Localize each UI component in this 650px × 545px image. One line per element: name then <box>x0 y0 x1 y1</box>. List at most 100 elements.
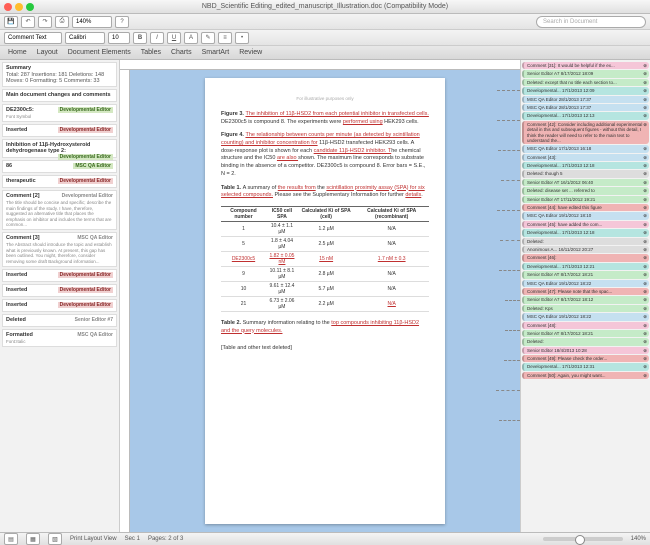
change-item[interactable]: InsertedDevelopmental Editor <box>2 299 117 312</box>
change-item[interactable]: InsertedDevelopmental Editor <box>2 284 117 297</box>
tab-smartart[interactable]: SmartArt <box>202 49 230 56</box>
change-item[interactable]: Comment [2]Developmental EditorThe title… <box>2 190 117 230</box>
font-select[interactable]: Calibri <box>65 32 105 44</box>
tab-home[interactable]: Home <box>8 49 27 56</box>
comment-balloon[interactable]: Comment [44]: have edited this figure⊗ <box>522 204 649 211</box>
search-input[interactable]: Search in Document <box>536 16 646 28</box>
tab-tables[interactable]: Tables <box>141 49 161 56</box>
comment-balloon[interactable]: Deleted: except that no title each secti… <box>522 79 649 86</box>
zoom-slider[interactable] <box>543 537 623 541</box>
zoom-value: 140% <box>631 536 646 542</box>
zoom-select[interactable]: 140% <box>72 16 112 28</box>
undo-icon[interactable]: ↶ <box>21 16 35 28</box>
comment-balloon[interactable]: MSC QA Editor 28/1/2013 17:37⊗ <box>522 104 649 111</box>
close-icon: ⊗ <box>643 88 647 93</box>
comment-balloon[interactable]: Developmental... 17/1/2013 12:21⊗ <box>522 263 649 270</box>
table-2-caption: Table 2. Summary information relating to… <box>221 320 429 335</box>
comment-balloon[interactable]: Developmental... 17/1/2013 12:09⊗ <box>522 87 649 94</box>
change-item[interactable]: FormattedMSC QA EditorFont:Italic <box>2 329 117 347</box>
comment-balloon[interactable]: Developmental... 17/1/2013 12:13⊗ <box>522 112 649 119</box>
comment-balloon[interactable]: MSC QA Editor 19/1/2012 18:10⊗ <box>522 212 649 219</box>
print-icon[interactable]: ⎙ <box>55 16 69 28</box>
comment-balloon[interactable]: Deleted: though 5⊗ <box>522 170 649 177</box>
view-outline-icon[interactable]: ▧ <box>48 533 62 545</box>
ribbon-tabs: Home Layout Document Elements Tables Cha… <box>0 46 650 60</box>
comment-balloon[interactable]: Deleted: ⊗ <box>522 238 649 245</box>
close-icon: ⊗ <box>643 247 647 252</box>
table-1-caption: Table 1. A summary of the results from t… <box>221 185 429 200</box>
bold-button[interactable]: B <box>133 32 147 44</box>
close-icon: ⊗ <box>643 255 647 260</box>
vertical-ruler[interactable] <box>120 70 130 532</box>
underline-button[interactable]: U <box>167 32 181 44</box>
close-icon: ⊗ <box>643 289 647 294</box>
comment-balloon[interactable]: Comment [31]: It would be helpful if the… <box>522 62 649 69</box>
bullets-button[interactable]: • <box>235 32 249 44</box>
document-page[interactable]: For illustrative purposes only Figure 3.… <box>205 78 445 524</box>
change-item[interactable]: DE2300c5:Developmental EditorFont Symbol <box>2 104 117 122</box>
change-item[interactable]: 86MSC QA Editor <box>2 160 117 173</box>
tab-charts[interactable]: Charts <box>171 49 192 56</box>
comment-balloon[interactable]: Senior Editor AT 8/17/2012 18:21⊗ <box>522 271 649 278</box>
italic-button[interactable]: I <box>150 32 164 44</box>
close-icon: ⊗ <box>643 171 647 176</box>
comment-balloon[interactable]: Developmental... 17/1/2013 12:18⊗ <box>522 162 649 169</box>
change-item[interactable]: Comment [3]MSC QA EditorThe Abstract sho… <box>2 232 117 267</box>
horizontal-ruler[interactable] <box>120 60 520 70</box>
comment-balloon[interactable]: Comment [46]:⊗ <box>522 254 649 261</box>
tab-review[interactable]: Review <box>239 49 262 56</box>
close-icon: ⊗ <box>643 113 647 118</box>
comment-balloon[interactable]: Comment [48]:⊗ <box>522 322 649 329</box>
style-select[interactable]: Comment Text <box>4 32 62 44</box>
change-item[interactable]: therapeuticDevelopmental Editor <box>2 175 117 188</box>
close-icon: ⊗ <box>643 80 647 85</box>
change-item[interactable]: InsertedDevelopmental Editor <box>2 269 117 282</box>
comment-balloon[interactable]: Senior Editor AT 16/1/2012 06:40⊗ <box>522 179 649 186</box>
comment-balloon[interactable]: MSC QA Editor 19/1/2012 18:22⊗ <box>522 313 649 320</box>
comment-balloon[interactable]: Comment [50]: Again, you might want...⊗ <box>522 372 649 379</box>
close-icon: ⊗ <box>643 63 647 68</box>
comment-balloon[interactable]: MSC QA Editor 19/1/2012 18:22⊗ <box>522 280 649 287</box>
highlight-button[interactable]: ✎ <box>201 32 215 44</box>
close-icon: ⊗ <box>643 205 647 210</box>
comment-balloon[interactable]: Senior Editor A7 8/17/2012 18:12⊗ <box>522 296 649 303</box>
comment-balloon[interactable]: Comment [43]:⊗ <box>522 154 649 161</box>
table-2-placeholder: [Table and other text deleted] <box>221 345 429 351</box>
close-icon: ⊗ <box>643 122 647 127</box>
comment-balloon[interactable]: Senior Editor AT 17/11/2012 19:21⊗ <box>522 196 649 203</box>
change-item[interactable]: Inhibition of 11β-Hydroxysteroid dehydro… <box>2 139 117 158</box>
view-print-icon[interactable]: ▦ <box>26 533 40 545</box>
redo-icon[interactable]: ↷ <box>38 16 52 28</box>
close-icon: ⊗ <box>643 348 647 353</box>
change-item[interactable]: DeletedSenior Editor #7 <box>2 314 117 327</box>
close-icon: ⊗ <box>643 306 647 311</box>
view-normal-icon[interactable]: ▤ <box>4 533 18 545</box>
comment-balloon[interactable]: Deleted: Kps⊗ <box>522 305 649 312</box>
tab-document-elements[interactable]: Document Elements <box>68 49 131 56</box>
save-icon[interactable]: 💾 <box>4 16 18 28</box>
align-left-button[interactable]: ≡ <box>218 32 232 44</box>
close-icon: ⊗ <box>643 105 647 110</box>
comment-balloon[interactable]: MSC QA Editor 17/1/2013 16:18⊗ <box>522 145 649 152</box>
comment-balloon[interactable]: Comment [49]: Please check the order...⊗ <box>522 355 649 362</box>
comment-balloon[interactable]: Comment [45]: have added the com...⊗ <box>522 221 649 228</box>
figure-3-caption: Figure 3. The inhibition of 11β-HSD2 fro… <box>221 111 429 126</box>
comment-balloon[interactable]: Deleted: disease set ... referred to⊗ <box>522 187 649 194</box>
change-item[interactable]: InsertedDevelopmental Editor <box>2 124 117 137</box>
comment-balloon[interactable]: MSC QA Editor 28/1/2013 17:37⊗ <box>522 96 649 103</box>
help-icon[interactable]: ? <box>115 16 129 28</box>
comment-balloon[interactable]: Comment [47]: Please note that the spac.… <box>522 288 649 295</box>
font-size-select[interactable]: 10 <box>108 32 130 44</box>
toolbar-format: Comment Text Calibri 10 B I U A ✎ ≡ • <box>0 30 650 46</box>
comment-balloon[interactable]: Comment [42]: Consider including additio… <box>522 121 649 145</box>
comment-balloon[interactable]: Anonimous A... 16/11/2012 20:27⊗ <box>522 246 649 253</box>
comment-balloon[interactable]: Deleted:⊗ <box>522 338 649 345</box>
comment-balloon[interactable]: Senior Editor AT 8/17/2012 18:21⊗ <box>522 330 649 337</box>
toolbar-main: 💾 ↶ ↷ ⎙ 140% ? Search in Document <box>0 14 650 30</box>
tab-layout[interactable]: Layout <box>37 49 58 56</box>
comment-balloon[interactable]: Developmental... 17/1/2013 12:31⊗ <box>522 363 649 370</box>
comment-balloon[interactable]: Senior Editor A7 8/17/2012 18:09⊗ <box>522 70 649 77</box>
comment-balloon[interactable]: Developmental... 17/1/2013 12:18⊗ <box>522 229 649 236</box>
comment-balloon[interactable]: Senior Editor 18/4/2013 10:28⊗ <box>522 347 649 354</box>
font-color-button[interactable]: A <box>184 32 198 44</box>
